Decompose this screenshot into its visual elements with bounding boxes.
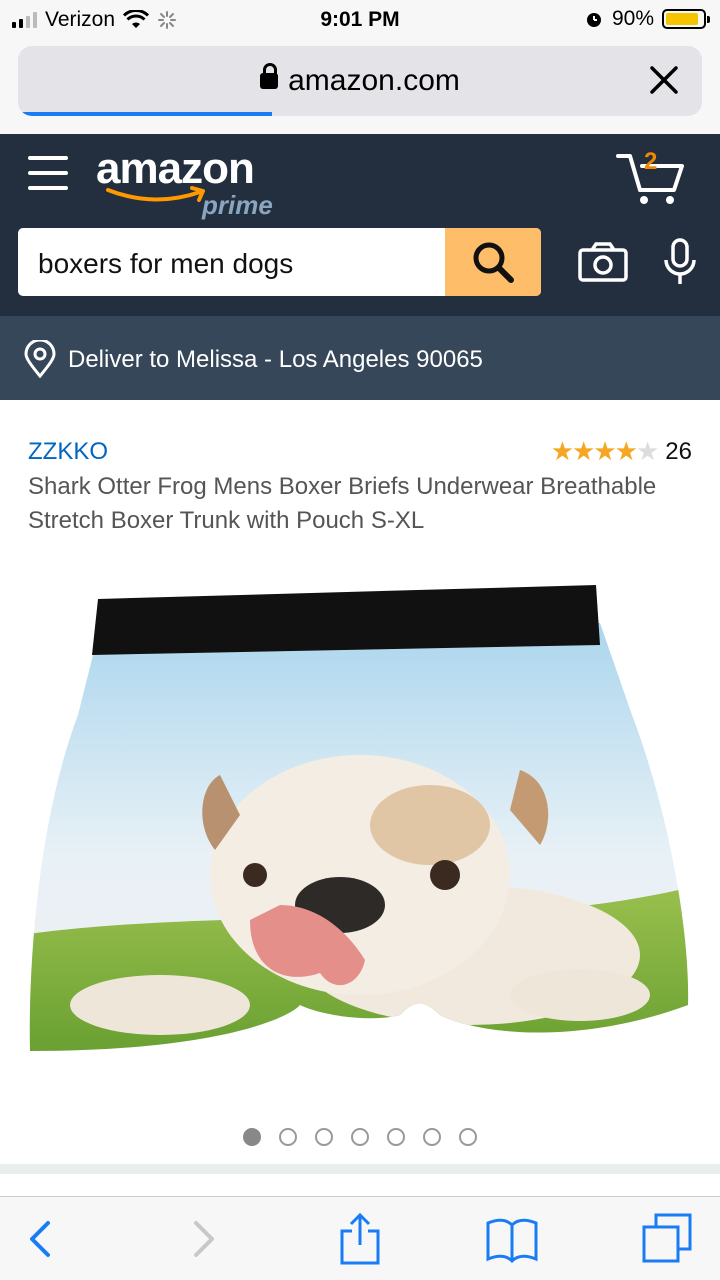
product-rating[interactable]: ★★★★★ 26 [551, 436, 692, 467]
status-right: 90% [584, 7, 710, 31]
carousel-dot[interactable] [279, 1128, 297, 1146]
carousel-dot[interactable] [423, 1128, 441, 1146]
image-carousel-dots[interactable] [0, 1128, 720, 1146]
status-bar: Verizon 9:01 PM 90% [0, 0, 720, 40]
lock-icon [260, 63, 279, 89]
review-count: 26 [665, 437, 692, 465]
microphone-icon[interactable] [660, 238, 700, 288]
battery-percent: 90% [611, 7, 654, 30]
product-image[interactable] [20, 575, 700, 1085]
book-icon[interactable] [484, 1211, 540, 1267]
carousel-dot[interactable] [387, 1128, 405, 1146]
star-filled-icon: ★ [550, 436, 574, 466]
section-divider [0, 1164, 720, 1174]
star-filled-icon: ★ [614, 436, 638, 466]
search-icon [473, 242, 514, 283]
battery-level [666, 13, 699, 25]
carousel-dot[interactable] [351, 1128, 369, 1146]
page-load-progress [18, 112, 272, 116]
tabs-icon[interactable] [640, 1211, 696, 1267]
amazon-logo[interactable]: amazon prime [96, 144, 286, 224]
deliver-to-bar[interactable]: Deliver to Melissa - Los Angeles 90065 [0, 316, 720, 400]
logo-smile-icon [106, 186, 205, 202]
address-bar[interactable]: amazon.com [18, 46, 702, 116]
search-bar[interactable]: boxers for men dogs [18, 228, 541, 296]
browser-chrome: amazon.com [0, 40, 720, 134]
star-filled-icon: ★ [593, 436, 616, 466]
star-empty-icon: ★ [635, 436, 659, 466]
address-domain[interactable]: amazon.com [18, 63, 702, 98]
amazon-header: amazon prime 2 boxers for men dogs [0, 134, 720, 316]
close-icon[interactable] [644, 60, 684, 100]
deliver-label: Deliver to Melissa - Los Angeles 90065 [68, 346, 483, 373]
carousel-dot[interactable] [243, 1128, 261, 1146]
carousel-dot[interactable] [315, 1128, 333, 1146]
carousel-dot[interactable] [459, 1128, 477, 1146]
cart-button[interactable]: 2 [616, 148, 686, 208]
location-pin-icon [24, 340, 56, 378]
chevron-right-icon[interactable] [174, 1211, 230, 1267]
camera-icon[interactable] [578, 242, 628, 282]
battery-icon [662, 9, 710, 29]
chevron-left-icon[interactable] [14, 1211, 70, 1267]
product-brand-link[interactable]: ZZKKO [28, 438, 108, 466]
product-title: Shark Otter Frog Mens Boxer Briefs Under… [28, 473, 657, 534]
search-button[interactable] [445, 228, 541, 296]
safari-toolbar [0, 1196, 720, 1280]
search-input[interactable]: boxers for men dogs [38, 248, 293, 280]
share-icon[interactable] [332, 1211, 388, 1267]
hamburger-icon[interactable] [28, 156, 68, 192]
star-rating: ★★★★★ [550, 436, 660, 467]
alarm-icon [586, 13, 601, 27]
cart-count: 2 [644, 148, 658, 175]
star-filled-icon: ★ [572, 436, 595, 466]
